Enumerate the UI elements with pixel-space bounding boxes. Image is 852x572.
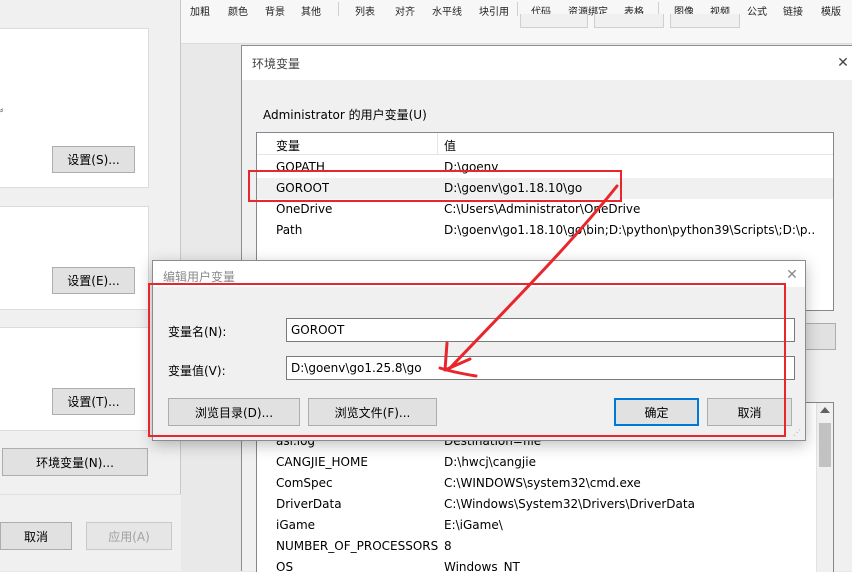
close-icon[interactable]: ✕ [836, 56, 850, 70]
table-row[interactable]: iGame E:\iGame\ [257, 515, 833, 536]
settings-s-button[interactable]: 设置(S)... [52, 146, 135, 173]
env-dialog-titlebar: 环境变量 ✕ [242, 46, 852, 80]
table-row[interactable]: Path D:\goenv\go1.18.10\go\bin;D:\python… [257, 220, 833, 241]
scroll-up-icon[interactable] [820, 407, 830, 413]
toolbar-bold[interactable]: 加粗 [190, 3, 210, 18]
table-row[interactable]: OneDrive C:\Users\Administrator\OneDrive [257, 199, 833, 220]
column-header-value[interactable]: 值 [444, 137, 456, 154]
cancel-button[interactable]: 取消 [707, 398, 792, 426]
toolbar-divider [338, 2, 339, 16]
variable-name-input[interactable] [286, 318, 795, 342]
variable-value: C:\WINDOWS\system32\cmd.exe [444, 476, 641, 490]
cancel-button[interactable]: 取消 [0, 522, 72, 550]
toolbar-background[interactable]: 背景 [265, 3, 285, 18]
variable-name: CANGJIE_HOME [276, 455, 368, 469]
toolbar-formula[interactable]: 公式 [747, 3, 767, 18]
edit-dialog-titlebar: 编辑用户变量 ✕ [153, 261, 805, 287]
startup-recovery-group [0, 327, 149, 431]
column-header-variable[interactable]: 变量 [276, 137, 300, 154]
variable-value-label: 变量值(V): [168, 364, 226, 378]
variable-value: D:\goenv [444, 160, 499, 174]
toolbar-button-stub [520, 14, 588, 28]
user-variables-label: Administrator 的用户变量(U) [263, 108, 427, 122]
variable-value: C:\Users\Administrator\OneDrive [444, 202, 641, 216]
variable-name: iGame [276, 518, 316, 532]
edit-user-variable-dialog: 编辑用户变量 ✕ 变量名(N): 变量值(V): 浏览目录(D)... 浏览文件… [152, 260, 806, 441]
table-row[interactable]: NUMBER_OF_PROCESSORS 8 [257, 536, 833, 557]
toolbar-list[interactable]: 列表 [355, 3, 375, 18]
table-row[interactable]: CANGJIE_HOME D:\hwcj\cangjie [257, 452, 833, 473]
browse-file-button[interactable]: 浏览文件(F)... [308, 398, 437, 426]
table-row-selected[interactable]: GOROOT D:\goenv\go1.18.10\go [257, 178, 833, 199]
toolbar-color[interactable]: 颜色 [228, 3, 248, 18]
variable-value: D:\goenv\go1.18.10\go\bin;D:\python\pyth… [444, 223, 816, 237]
toolbar-button-stub [670, 14, 740, 28]
variable-value: 8 [444, 539, 452, 553]
toolbar-align[interactable]: 对齐 [395, 3, 415, 18]
variable-name: OneDrive [276, 202, 333, 216]
scrollbar-thumb[interactable] [819, 423, 831, 467]
toolbar-link[interactable]: 链接 [783, 3, 803, 18]
toolbar-template[interactable]: 模版 [821, 3, 841, 18]
edit-dialog-title: 编辑用户变量 [163, 270, 236, 284]
table-row[interactable]: DriverData C:\Windows\System32\Drivers\D… [257, 494, 833, 515]
variable-value: D:\goenv\go1.18.10\go [444, 181, 583, 195]
browse-directory-button[interactable]: 浏览目录(D)... [168, 398, 300, 426]
variable-name-label: 变量名(N): [168, 325, 227, 339]
variable-value: Windows_NT [444, 560, 520, 572]
table-row[interactable]: GOPATH D:\goenv [257, 157, 833, 178]
variable-name: ComSpec [276, 476, 333, 490]
variable-name: GOROOT [276, 181, 330, 195]
settings-t-button[interactable]: 设置(T)... [52, 388, 135, 415]
user-profiles-group [0, 206, 149, 310]
variable-name: OS [276, 560, 294, 572]
variable-name: DriverData [276, 497, 342, 511]
table-row[interactable]: ComSpec C:\WINDOWS\system32\cmd.exe [257, 473, 833, 494]
table-row[interactable]: OS Windows_NT [257, 557, 833, 572]
variable-value: D:\hwcj\cangjie [444, 455, 536, 469]
resize-grip-icon[interactable]: ⋰ [793, 428, 803, 438]
variable-name: GOPATH [276, 160, 325, 174]
close-icon[interactable]: ✕ [785, 268, 799, 282]
vertical-scrollbar[interactable] [816, 403, 833, 572]
toolbar-divider [517, 2, 518, 16]
toolbar-button-stub [594, 14, 664, 28]
variable-name: Path [276, 223, 303, 237]
settings-e-button[interactable]: 设置(E)... [52, 267, 135, 294]
list-header: 变量 值 [257, 133, 833, 155]
env-dialog-title: 环境变量 [252, 57, 301, 71]
apply-button: 应用(A) [86, 522, 172, 550]
variable-value: E:\iGame\ [444, 518, 503, 532]
editor-toolbar: 加粗 颜色 背景 其他 列表 对齐 水平线 块引用 代码 资源绑定 表格 图像 … [180, 0, 852, 44]
toolbar-other[interactable]: 其他 [301, 3, 321, 18]
toolbar-blockquote[interactable]: 块引用 [479, 3, 509, 18]
group-text-fragment: ⸗ [0, 105, 4, 116]
environment-variables-button[interactable]: 环境变量(N)... [2, 448, 148, 476]
variable-name: NUMBER_OF_PROCESSORS [276, 539, 439, 553]
variable-value-input[interactable] [286, 356, 795, 380]
column-divider[interactable] [437, 133, 438, 155]
toolbar-hr[interactable]: 水平线 [432, 3, 462, 18]
variable-value: C:\Windows\System32\Drivers\DriverData [444, 497, 695, 511]
ok-button[interactable]: 确定 [614, 398, 699, 426]
